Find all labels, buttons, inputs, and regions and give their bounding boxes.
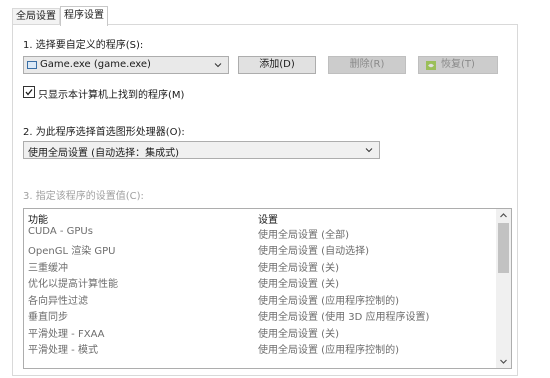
restore-button-label: 恢复(T) — [441, 59, 475, 70]
remove-button[interactable]: 删除(R) — [328, 56, 406, 74]
setting-cell: 使用全局设置 (应用程序控制的) — [258, 296, 399, 307]
setting-cell: 使用全局设置 (使用 3D 应用程序设置) — [258, 312, 430, 323]
feature-cell: 平滑处理 - FXAA — [28, 329, 105, 340]
settings-list-header: 功能 设置 — [24, 209, 494, 226]
feature-cell: CUDA - GPUs — [28, 226, 93, 237]
feature-cell: 各向异性过滤 — [28, 296, 88, 307]
table-row[interactable]: 平滑处理 - 模式 使用全局设置 (应用程序控制的) — [24, 340, 494, 356]
vertical-scrollbar[interactable] — [496, 209, 511, 368]
restore-button[interactable]: 恢复(T) — [418, 56, 498, 74]
chevron-up-icon[interactable] — [498, 210, 509, 221]
table-row[interactable]: 各向异性过滤 使用全局设置 (应用程序控制的) — [24, 291, 494, 307]
chevron-down-icon — [214, 63, 222, 68]
feature-cell: 平滑处理 - 模式 — [28, 345, 98, 356]
table-row[interactable]: 垂直同步 使用全局设置 (使用 3D 应用程序设置) — [24, 307, 494, 323]
add-button[interactable]: 添加(D) — [238, 56, 316, 74]
specify-settings-label: 3. 指定该程序的设置值(C): — [23, 191, 144, 202]
table-row[interactable]: 优化以提高计算性能 使用全局设置 (关) — [24, 274, 494, 290]
preferred-gpu-value: 使用全局设置 (自动选择：集成式) — [28, 148, 179, 159]
program-select[interactable]: Game.exe (game.exe) — [23, 56, 229, 74]
table-row[interactable]: CUDA - GPUs 使用全局设置 (全部) — [24, 225, 494, 241]
table-row[interactable]: 平滑处理 - FXAA 使用全局设置 (关) — [24, 324, 494, 340]
preferred-gpu-label: 2. 为此程序选择首选图形处理器(O): — [23, 127, 185, 138]
program-settings-panel: 1. 选择要自定义的程序(S): Game.exe (game.exe) 添加(… — [12, 24, 518, 376]
column-setting-header: 设置 — [258, 215, 278, 226]
setting-cell: 使用全局设置 (全部) — [258, 230, 349, 241]
feature-cell: 垂直同步 — [28, 312, 68, 323]
tab-strip: 全局设置 程序设置 — [12, 6, 108, 26]
feature-cell: OpenGL 渲染 GPU — [28, 246, 116, 257]
setting-cell: 使用全局设置 (关) — [258, 279, 339, 290]
checkmark-icon — [25, 89, 33, 96]
application-icon — [27, 61, 37, 69]
table-row[interactable]: OpenGL 渲染 GPU 使用全局设置 (自动选择) — [24, 241, 494, 257]
program-select-value: Game.exe (game.exe) — [40, 59, 151, 70]
feature-cell: 三重缓冲 — [28, 263, 68, 274]
nvidia-logo-icon — [426, 61, 436, 70]
setting-cell: 使用全局设置 (关) — [258, 263, 339, 274]
setting-cell: 使用全局设置 (关) — [258, 329, 339, 340]
feature-cell: 优化以提高计算性能 — [28, 279, 118, 290]
chevron-down-icon — [365, 148, 373, 153]
setting-cell: 使用全局设置 (应用程序控制的) — [258, 345, 399, 356]
table-row[interactable]: 三重缓冲 使用全局设置 (关) — [24, 258, 494, 274]
chevron-down-icon[interactable] — [498, 356, 509, 367]
settings-list[interactable]: 功能 设置 CUDA - GPUs 使用全局设置 (全部) OpenGL 渲染 … — [23, 208, 512, 369]
preferred-gpu-select[interactable]: 使用全局设置 (自动选择：集成式) — [23, 141, 380, 159]
column-feature-header: 功能 — [28, 215, 48, 226]
setting-cell: 使用全局设置 (自动选择) — [258, 246, 369, 257]
select-program-label: 1. 选择要自定义的程序(S): — [23, 40, 144, 51]
show-found-programs-checkbox[interactable] — [23, 86, 35, 98]
scrollbar-thumb[interactable] — [498, 223, 509, 273]
tab-global-settings[interactable]: 全局设置 — [12, 8, 60, 25]
tab-program-settings[interactable]: 程序设置 — [60, 6, 108, 26]
show-found-programs-label: 只显示本计算机上找到的程序(M) — [38, 90, 185, 101]
